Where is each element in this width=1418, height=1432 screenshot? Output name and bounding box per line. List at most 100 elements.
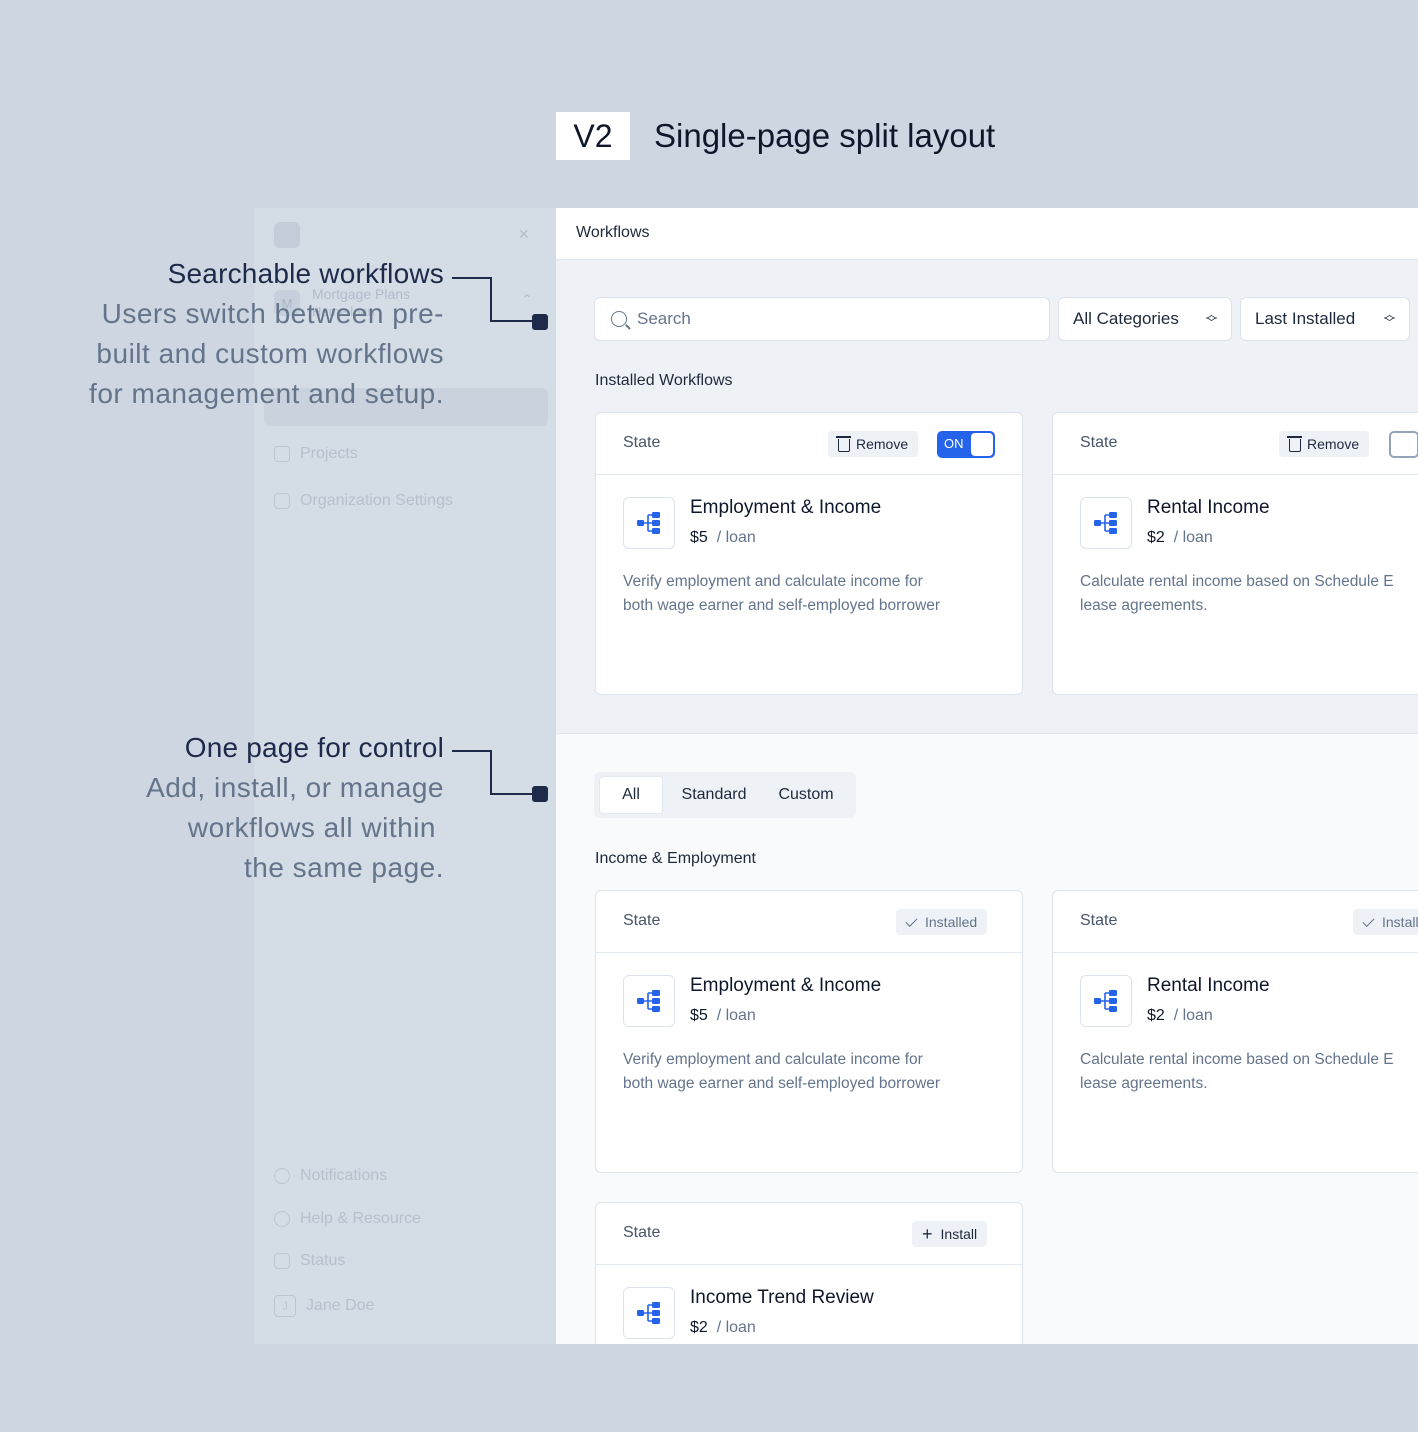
workflow-type-tabs: All Standard Custom [594,772,856,818]
workflow-price: $5 / loan [690,529,756,547]
installed-section: Search All Categories ︿ ﹀ Last Installed … [556,260,1418,734]
annotation-title: Searchable workflows [167,258,444,289]
install-label: Install [940,1226,978,1242]
description-line: Calculate rental income based on Schedul… [1080,1051,1394,1068]
enable-toggle[interactable]: ON [937,431,995,458]
sidebar-item-organization-settings[interactable]: Organization Settings [274,490,453,512]
remove-button[interactable]: Remove [828,431,919,457]
catalog-card[interactable]: State Installed Employment & Income $5 /… [595,890,1023,1173]
workflow-description: Calculate rental income based on Schedul… [1080,570,1418,618]
annotation-connector [452,277,492,322]
sidebar-item-label: Help & Resource [300,1210,421,1227]
check-icon [1362,914,1375,927]
card-state: State [623,434,661,451]
workflow-icon [623,497,675,549]
check-icon [905,914,918,927]
install-button[interactable]: + Install [912,1221,988,1247]
price-amount: $2 [690,1319,708,1336]
annotation-line: Add, install, or manage [146,772,444,803]
card-state: State [623,1224,661,1241]
settings-icon [274,493,290,509]
workflows-panel: Workflows Search All Categories ︿ ﹀ Last … [556,208,1418,1344]
installed-card[interactable]: State Remove Rental Income $2 / loan Cal… [1052,412,1418,695]
installed-workflows-label: Installed Workflows [595,372,733,389]
price-unit: / loan [716,1007,756,1024]
workflow-price: $2 / loan [1147,529,1213,547]
price-unit: / loan [1173,1007,1213,1024]
catalog-card[interactable]: State Installed Rental Income $2 / loan … [1052,890,1418,1173]
sidebar-item-help[interactable]: Help & Resource [274,1208,421,1230]
page-title: Workflows [576,224,650,241]
annotation-line: workflows all within [187,812,436,843]
annotation-connector [491,793,533,795]
price-amount: $5 [690,1007,708,1024]
trash-icon [836,436,851,452]
workflow-description: Verify employment and calculate income f… [623,1048,1013,1096]
top-bar: Workflows [556,208,1418,260]
workflow-icon [623,975,675,1027]
workflow-description: Calculate rental income based on Schedul… [1080,1048,1418,1096]
sort-select[interactable]: Last Installed ︿ ﹀ [1240,297,1410,341]
sidebar-item-projects[interactable]: Projects [274,443,358,465]
toggle-knob [971,433,993,456]
logo-icon[interactable] [274,222,300,248]
price-amount: $5 [690,529,708,546]
tab-all[interactable]: All [599,776,663,814]
avatar: J [274,1295,296,1317]
workflow-name: Rental Income [1147,497,1270,518]
card-header: State Installed [596,891,1022,953]
sidebar-item-notifications[interactable]: Notifications [274,1165,387,1187]
enable-toggle[interactable] [1389,431,1418,458]
card-state: State [623,912,661,929]
price-unit: / loan [716,1319,756,1336]
search-input[interactable]: Search [594,297,1050,341]
installed-label: Installed [925,914,978,930]
price-unit: / loan [716,529,756,546]
tab-standard[interactable]: Standard [672,776,756,814]
workflow-description: Verify employment and calculate income f… [623,570,1013,618]
installed-badge: Installed [896,909,988,935]
workflow-icon [1080,975,1132,1027]
annotation-body: Users switch between pre- built and cust… [89,294,444,414]
sidebar-item-label: Projects [300,445,358,462]
sidebar-user[interactable]: J Jane Doe [274,1295,375,1317]
annotation-connector [491,320,533,322]
installed-badge: Installed [1353,909,1418,935]
catalog-card[interactable]: State + Install Income Trend Review $2 /… [595,1202,1023,1344]
category-select-value: All Categories [1073,309,1179,328]
remove-label: Remove [856,436,909,452]
remove-button[interactable]: Remove [1279,431,1370,457]
annotation-line: for management and setup. [89,378,444,409]
plus-icon: + [922,1224,933,1244]
help-icon [274,1211,290,1227]
price-unit: / loan [1173,529,1213,546]
annotation-body: Add, install, or manage workflows all wi… [146,768,444,888]
sort-select-value: Last Installed [1255,309,1356,328]
annotation-connector [452,750,492,795]
workflow-price: $2 / loan [1147,1007,1213,1025]
price-amount: $2 [1147,1007,1165,1024]
category-select[interactable]: All Categories ︿ ﹀ [1058,297,1232,341]
toggle-label: ON [944,436,964,451]
sidebar-item-label: Notifications [300,1167,388,1184]
annotation-searchable: Searchable workflows Users switch betwee… [89,258,444,414]
sidebar-item-label: Organization Settings [300,492,453,509]
workflow-icon [1080,497,1132,549]
price-amount: $2 [1147,529,1165,546]
annotation-title: One page for control [184,732,444,763]
installed-card[interactable]: State Remove ON Employment & Income $5 /… [595,412,1023,695]
annotation-line: built and custom workflows [96,338,444,369]
description-line: both wage earner and self-employed borro… [623,1075,941,1092]
annotation-line: the same page. [243,852,444,883]
workflow-name: Employment & Income [690,497,882,518]
tab-custom[interactable]: Custom [768,776,844,814]
description-line: Calculate rental income based on Schedul… [1080,573,1394,590]
workflow-icon [623,1287,675,1339]
description-line: both wage earner and self-employed borro… [623,597,941,614]
description-line: lease agreements. [1080,597,1208,614]
workflow-price: $2 / loan [690,1319,756,1337]
pin-off-icon[interactable]: ✕ [518,226,536,244]
annotation-control: One page for control Add, install, or ma… [146,732,444,888]
sidebar-item-status[interactable]: Status [274,1250,345,1272]
card-header: State Remove [1053,413,1418,475]
